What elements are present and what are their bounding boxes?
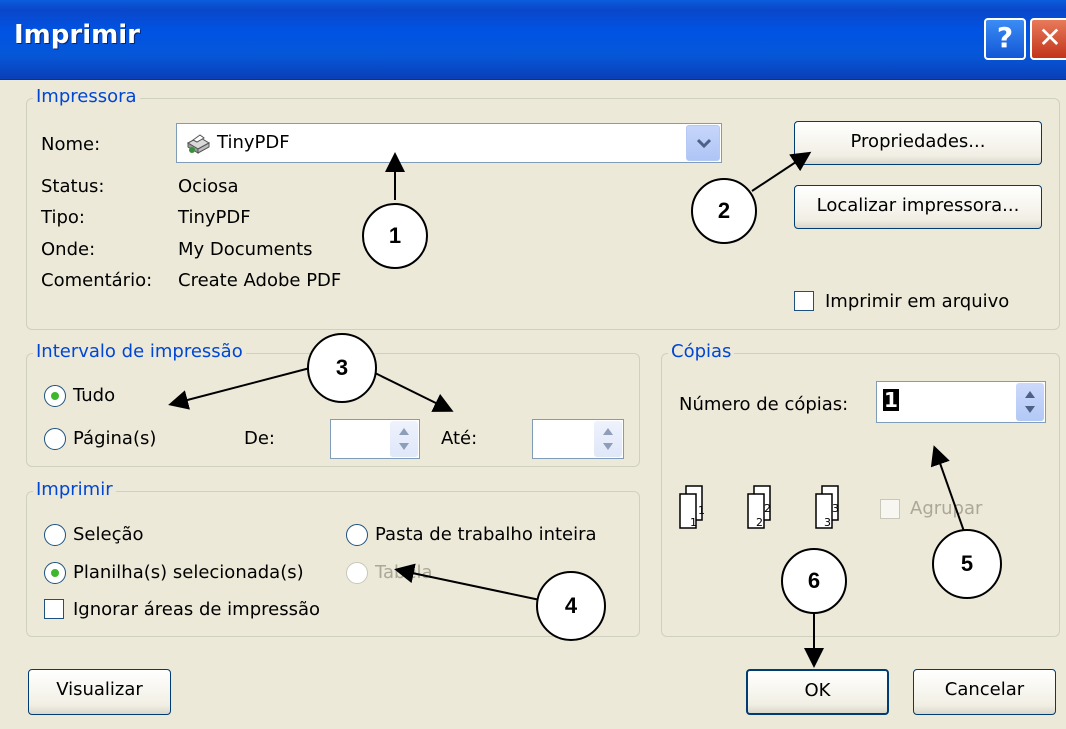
spin-arrows-icon (1025, 391, 1035, 413)
where-value: My Documents (178, 239, 313, 260)
print-to-file-checkbox[interactable] (794, 291, 814, 311)
preview-button-label: Visualizar (56, 679, 143, 700)
annotation-circle-5: 5 (932, 529, 1002, 599)
printer-name-select[interactable]: TinyPDF (176, 123, 722, 163)
collate-checkbox[interactable] (880, 499, 900, 519)
active-sheets-radio[interactable] (44, 562, 66, 584)
type-value: TinyPDF (178, 207, 251, 228)
svg-text:3: 3 (832, 502, 839, 515)
whole-workbook-radio[interactable] (346, 524, 368, 546)
properties-button[interactable]: Propriedades... (794, 121, 1042, 165)
whole-workbook-label: Pasta de trabalho inteira (375, 524, 597, 545)
active-sheets-label: Planilha(s) selecionada(s) (73, 562, 304, 583)
range-from-spinner[interactable] (330, 419, 420, 459)
title-bar: Imprimir ? ✕ (0, 0, 1066, 80)
svg-text:3: 3 (824, 516, 831, 529)
range-to-spin-buttons[interactable] (594, 421, 622, 457)
collate-pages-icon: 1 1 2 2 3 3 (679, 485, 839, 529)
range-all-label: Tudo (73, 385, 116, 406)
where-label: Onde: (41, 239, 96, 260)
ignore-print-areas-label: Ignorar áreas de impressão (73, 599, 321, 620)
comment-value: Create Adobe PDF (178, 270, 342, 291)
print-range-legend: Intervalo de impressão (33, 341, 246, 362)
chevron-down-icon (697, 138, 711, 148)
table-label: Tabela (375, 562, 433, 583)
ignore-print-areas-checkbox[interactable] (44, 599, 64, 619)
cancel-button[interactable]: Cancelar (913, 669, 1056, 715)
close-button[interactable]: ✕ (1030, 18, 1066, 60)
window-title: Imprimir (14, 20, 140, 50)
spin-arrows-icon (603, 428, 613, 450)
printer-icon (186, 134, 211, 154)
range-all-radio[interactable] (44, 385, 66, 407)
copies-count-label: Número de cópias: (679, 394, 849, 415)
find-printer-button-label: Localizar impressora... (816, 195, 1020, 216)
spin-arrows-icon (399, 428, 409, 450)
range-from-label: De: (244, 428, 275, 449)
ok-button[interactable]: OK (746, 669, 889, 715)
range-pages-radio[interactable] (44, 428, 66, 450)
copies-spin-buttons[interactable] (1016, 383, 1044, 421)
selection-label: Seleção (73, 524, 144, 545)
annotation-circle-3: 3 (307, 333, 377, 403)
ok-button-label: OK (804, 680, 831, 701)
annotation-circle-2: 2 (691, 178, 757, 244)
annotation-circle-4: 4 (536, 571, 606, 641)
printer-name-value: TinyPDF (217, 132, 290, 153)
copies-legend: Cópias (668, 341, 735, 362)
range-to-label: Até: (441, 428, 478, 449)
annotation-circle-1: 1 (362, 203, 428, 269)
collate-label: Agrupar (910, 498, 983, 519)
table-radio[interactable] (346, 562, 368, 584)
help-button[interactable]: ? (984, 18, 1026, 60)
print-to-file-label: Imprimir em arquivo (825, 291, 1010, 312)
printer-name-label: Nome: (41, 134, 101, 155)
svg-text:2: 2 (764, 502, 771, 515)
copies-count-spinner[interactable]: 1 (876, 381, 1046, 423)
svg-text:2: 2 (756, 516, 763, 529)
range-to-spinner[interactable] (532, 419, 624, 459)
properties-button-label: Propriedades... (850, 131, 986, 152)
copies-count-value[interactable]: 1 (883, 389, 899, 411)
selection-radio[interactable] (44, 524, 66, 546)
print-what-legend: Imprimir (33, 479, 116, 500)
status-label: Status: (41, 176, 105, 197)
range-from-spin-buttons[interactable] (390, 421, 418, 457)
annotation-circle-6: 6 (781, 548, 847, 614)
svg-text:1: 1 (698, 504, 705, 517)
svg-text:1: 1 (690, 516, 697, 529)
range-pages-label: Página(s) (73, 428, 157, 449)
find-printer-button[interactable]: Localizar impressora... (794, 185, 1042, 229)
printer-dropdown-button[interactable] (686, 125, 720, 161)
preview-button[interactable]: Visualizar (28, 669, 171, 715)
printer-legend: Impressora (33, 86, 140, 107)
comment-label: Comentário: (41, 270, 153, 291)
type-label: Tipo: (41, 207, 85, 228)
cancel-button-label: Cancelar (944, 679, 1025, 700)
status-value: Ociosa (178, 176, 239, 197)
